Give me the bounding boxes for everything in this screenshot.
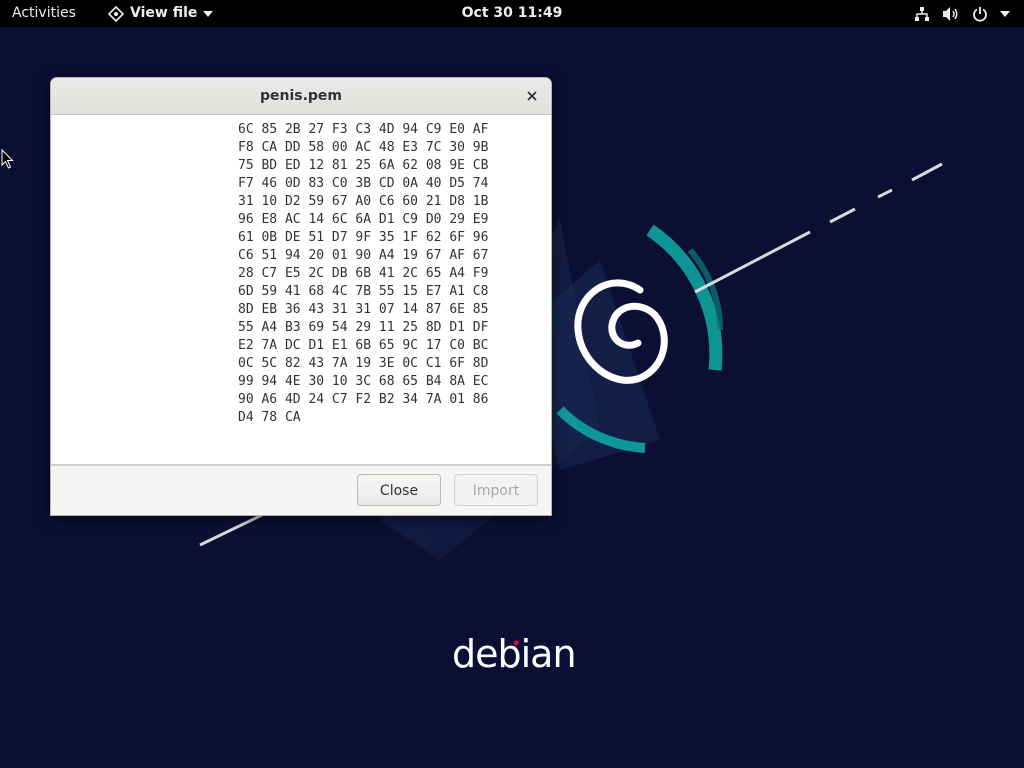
brand-text: debian — [452, 632, 577, 676]
clock[interactable]: Oct 30 11:49 — [462, 5, 563, 21]
hex-row: 31 10 D2 59 67 A0 C6 60 21 D8 1B — [238, 194, 489, 209]
network-icon — [915, 6, 929, 21]
volume-icon — [943, 6, 958, 21]
power-icon — [973, 6, 987, 22]
hex-row: 6D 59 41 68 4C 7B 55 15 E7 A1 C8 — [238, 284, 489, 299]
hex-row: 28 C7 E5 2C DB 6B 41 2C 65 A4 F9 — [238, 266, 489, 281]
hex-row: C6 51 94 20 01 90 A4 19 67 AF 67 — [238, 248, 489, 263]
close-button[interactable]: Close — [357, 474, 441, 506]
hex-row: 75 BD ED 12 81 25 6A 62 08 9E CB — [238, 158, 489, 173]
dialog-separator — [51, 464, 551, 466]
hex-row: 99 94 4E 30 10 3C 68 65 B4 8A EC — [238, 374, 489, 389]
app-icon — [108, 5, 124, 22]
hex-dump: 11 AD 0C 55 20 2A 10 00 9C 02 096C 85 2B… — [238, 115, 488, 427]
close-icon — [527, 91, 537, 101]
top-bar: Activities View file Oct 30 11:49 — [0, 0, 1024, 27]
hex-row: 61 0B DE 51 D7 9F 35 1F 62 6F 96 — [238, 230, 489, 245]
activities-button[interactable]: Activities — [12, 0, 76, 27]
app-menu-label: View file — [130, 5, 198, 21]
app-menu[interactable]: View file — [108, 0, 219, 27]
hex-row: 55 A4 B3 69 54 29 11 25 8D D1 DF — [238, 320, 489, 335]
chevron-down-icon — [1000, 10, 1010, 17]
hex-row: 96 E8 AC 14 6C 6A D1 C9 D0 29 E9 — [238, 212, 489, 227]
system-menu[interactable] — [914, 0, 1010, 27]
brand-dot — [513, 640, 519, 646]
hex-row: 0C 5C 82 43 7A 19 3E 0C C1 6F 8D — [238, 356, 489, 371]
mouse-pointer-icon — [1, 149, 14, 169]
hex-row: D4 78 CA — [238, 410, 301, 425]
chevron-down-icon — [203, 10, 214, 17]
import-button[interactable]: Import — [454, 474, 538, 506]
close-window-button[interactable] — [523, 87, 541, 105]
hex-row: 90 A6 4D 24 C7 F2 B2 34 7A 01 86 — [238, 392, 489, 407]
hex-row: F7 46 0D 83 C0 3B CD 0A 40 D5 74 — [238, 176, 489, 191]
hex-row: E2 7A DC D1 E1 6B 65 9C 17 C0 BC — [238, 338, 489, 353]
dialog-header[interactable]: penis.pem — [51, 78, 551, 115]
hex-row: F8 CA DD 58 00 AC 48 E3 7C 30 9B — [238, 140, 489, 155]
hex-view[interactable]: 11 AD 0C 55 20 2A 10 00 9C 02 096C 85 2B… — [51, 115, 551, 464]
file-dialog: penis.pem 11 AD 0C 55 20 2A 10 00 9C 02 … — [50, 77, 552, 516]
hex-row: 6C 85 2B 27 F3 C3 4D 94 C9 E0 AF — [238, 122, 489, 137]
debian-logo-text: debian — [452, 632, 577, 676]
hex-row: 8D EB 36 43 31 31 07 14 87 6E 85 — [238, 302, 489, 317]
dialog-title: penis.pem — [259, 88, 343, 104]
